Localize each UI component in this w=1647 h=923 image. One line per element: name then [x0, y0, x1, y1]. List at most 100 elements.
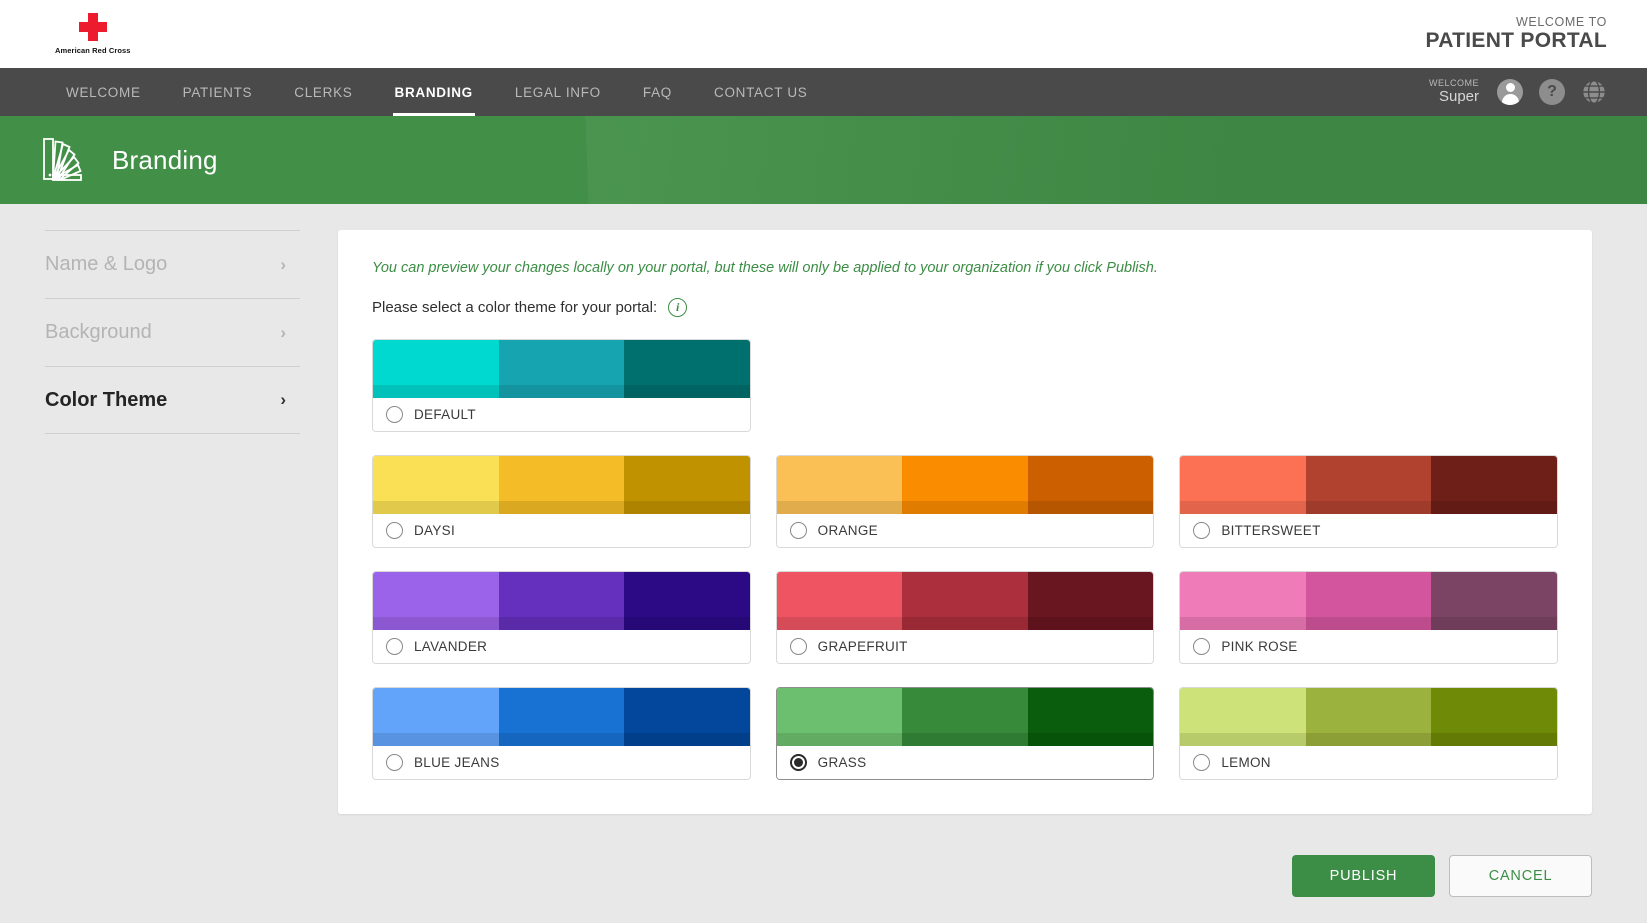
swatch-band-1 [1180, 572, 1306, 630]
swatch-band-2 [902, 572, 1028, 630]
theme-radio-button[interactable] [1193, 638, 1210, 655]
preview-note: You can preview your changes locally on … [372, 260, 1558, 276]
color-theme-card: You can preview your changes locally on … [338, 230, 1592, 814]
page-content: Name & Logo › Background › Color Theme ›… [0, 204, 1647, 923]
cancel-button[interactable]: CANCEL [1449, 855, 1592, 897]
theme-name-label: LAVANDER [414, 639, 487, 654]
swatch-band-2 [499, 688, 625, 746]
swatch-band-1 [373, 340, 499, 398]
theme-color-swatch [373, 572, 750, 630]
top-header-bar: American Red Cross WELCOME TO PATIENT PO… [0, 0, 1647, 68]
theme-name-label: LEMON [1221, 755, 1271, 770]
theme-radio-button[interactable] [1193, 754, 1210, 771]
nav-item-faq[interactable]: FAQ [622, 68, 693, 116]
theme-option-orange[interactable]: ORANGE [776, 455, 1155, 548]
theme-radio-button[interactable] [1193, 522, 1210, 539]
branding-main-panel: You can preview your changes locally on … [300, 230, 1647, 923]
american-red-cross-logo: American Red Cross [55, 13, 131, 55]
theme-radio-button[interactable] [386, 638, 403, 655]
theme-color-swatch [373, 340, 750, 398]
swatch-band-2 [1306, 572, 1432, 630]
theme-radio-button[interactable] [790, 522, 807, 539]
swatch-band-3 [624, 688, 750, 746]
swatch-band-1 [1180, 688, 1306, 746]
theme-option-lavander[interactable]: LAVANDER [372, 571, 751, 664]
theme-options-grid: DEFAULT DAYSI ORANGE BITTERSWEET LAVANDER GRA… [372, 339, 1558, 780]
theme-option-footer: BITTERSWEET [1180, 514, 1557, 547]
info-icon[interactable]: i [668, 298, 687, 317]
user-greeting-block: WELCOME Super [1429, 79, 1479, 105]
swatch-band-3 [1028, 688, 1154, 746]
footer-action-buttons: PUBLISH CANCEL [1292, 855, 1592, 897]
user-name-label: Super [1429, 89, 1479, 106]
swatch-band-3 [624, 456, 750, 514]
theme-radio-button[interactable] [386, 754, 403, 771]
theme-color-swatch [777, 572, 1154, 630]
swatch-band-2 [499, 572, 625, 630]
nav-label: PATIENTS [183, 85, 253, 100]
theme-option-bittersweet[interactable]: BITTERSWEET [1179, 455, 1558, 548]
theme-option-grass[interactable]: GRASS [776, 687, 1155, 780]
theme-option-lemon[interactable]: LEMON [1179, 687, 1558, 780]
publish-button[interactable]: PUBLISH [1292, 855, 1435, 897]
swatch-band-3 [624, 572, 750, 630]
nav-label: CONTACT US [714, 85, 808, 100]
theme-option-footer: PINK ROSE [1180, 630, 1557, 663]
brand-name-label: American Red Cross [55, 46, 131, 55]
theme-name-label: DEFAULT [414, 407, 476, 422]
select-theme-row: Please select a color theme for your por… [372, 298, 1558, 317]
theme-option-footer: BLUE JEANS [373, 746, 750, 779]
sidebar-item-label: Background [45, 321, 152, 344]
nav-label: FAQ [643, 85, 672, 100]
nav-item-welcome[interactable]: WELCOME [45, 68, 162, 116]
theme-option-daysi[interactable]: DAYSI [372, 455, 751, 548]
theme-option-footer: DAYSI [373, 514, 750, 547]
theme-name-label: GRASS [818, 755, 867, 770]
nav-label: LEGAL INFO [515, 85, 601, 100]
swatch-band-2 [499, 456, 625, 514]
nav-right-group: WELCOME Super ? [1429, 68, 1607, 116]
theme-option-blue-jeans[interactable]: BLUE JEANS [372, 687, 751, 780]
theme-name-label: BITTERSWEET [1221, 523, 1320, 538]
theme-option-default[interactable]: DEFAULT [372, 339, 751, 432]
sidebar-item-name-and-logo[interactable]: Name & Logo › [45, 230, 300, 298]
nav-item-clerks[interactable]: CLERKS [273, 68, 373, 116]
swatch-band-2 [1306, 688, 1432, 746]
sidebar-item-background[interactable]: Background › [45, 298, 300, 366]
theme-option-footer: DEFAULT [373, 398, 750, 431]
theme-radio-button[interactable] [386, 406, 403, 423]
nav-label: BRANDING [395, 85, 473, 100]
color-fan-icon [42, 135, 92, 185]
page-banner: Branding [0, 116, 1647, 204]
nav-label: CLERKS [294, 85, 352, 100]
help-icon[interactable]: ? [1539, 79, 1565, 105]
globe-icon[interactable] [1581, 79, 1607, 105]
nav-item-patients[interactable]: PATIENTS [162, 68, 274, 116]
swatch-band-2 [1306, 456, 1432, 514]
sidebar-item-label: Name & Logo [45, 253, 167, 276]
theme-option-footer: GRAPEFRUIT [777, 630, 1154, 663]
branding-sidebar: Name & Logo › Background › Color Theme › [0, 230, 300, 923]
select-theme-label: Please select a color theme for your por… [372, 299, 657, 316]
theme-radio-button[interactable] [790, 638, 807, 655]
theme-name-label: BLUE JEANS [414, 755, 500, 770]
sidebar-item-color-theme[interactable]: Color Theme › [45, 366, 300, 434]
theme-color-swatch [373, 688, 750, 746]
swatch-band-1 [1180, 456, 1306, 514]
swatch-band-3 [1028, 572, 1154, 630]
banner-sheen-decoration [584, 116, 1647, 204]
theme-name-label: PINK ROSE [1221, 639, 1297, 654]
theme-option-pink-rose[interactable]: PINK ROSE [1179, 571, 1558, 664]
nav-item-branding[interactable]: BRANDING [374, 68, 494, 116]
nav-item-contact-us[interactable]: CONTACT US [693, 68, 829, 116]
theme-name-label: GRAPEFRUIT [818, 639, 908, 654]
user-avatar-icon[interactable] [1497, 79, 1523, 105]
red-cross-icon [76, 13, 110, 43]
theme-radio-button[interactable] [386, 522, 403, 539]
nav-item-legal-info[interactable]: LEGAL INFO [494, 68, 622, 116]
portal-title-block: WELCOME TO PATIENT PORTAL [1425, 15, 1607, 54]
theme-option-grapefruit[interactable]: GRAPEFRUIT [776, 571, 1155, 664]
swatch-band-2 [902, 688, 1028, 746]
theme-radio-button[interactable] [790, 754, 807, 771]
theme-option-footer: LEMON [1180, 746, 1557, 779]
